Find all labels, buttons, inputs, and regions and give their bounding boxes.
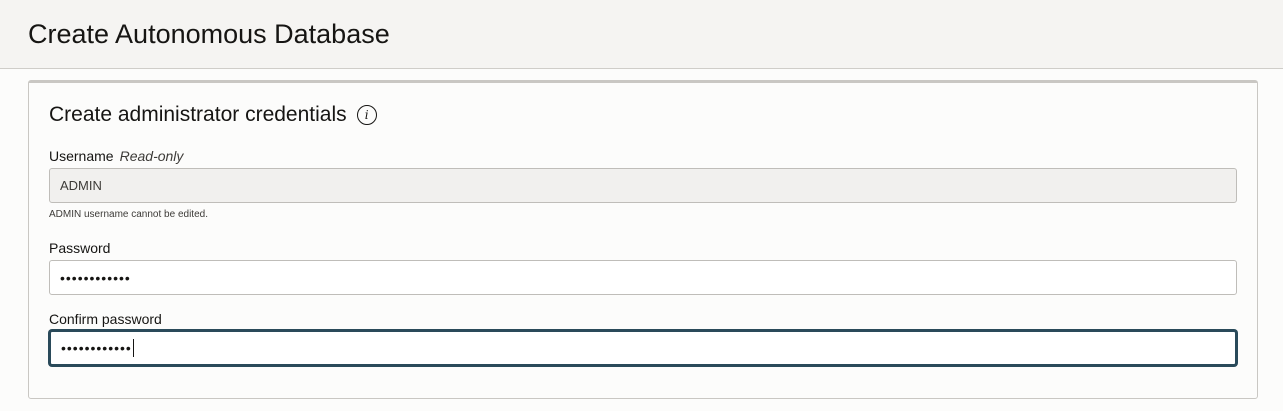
text-caret — [132, 339, 134, 357]
password-value: •••••••••••• — [60, 269, 131, 286]
confirm-password-label: Confirm password — [49, 311, 162, 327]
info-icon[interactable]: i — [356, 105, 377, 125]
username-help-text: ADMIN username cannot be edited. — [49, 209, 208, 220]
page-header: Create Autonomous Database — [0, 0, 1283, 69]
username-value: ADMIN — [60, 178, 102, 193]
username-label-text: Username — [49, 148, 114, 164]
section-title: Create administrator credentials i — [49, 102, 377, 128]
username-label: Username Read-only — [49, 147, 183, 165]
section-title-text: Create administrator credentials — [49, 103, 347, 126]
password-field[interactable]: •••••••••••• — [49, 260, 1237, 295]
page-title: Create Autonomous Database — [28, 19, 390, 49]
confirm-password-field[interactable]: •••••••••••• — [49, 330, 1237, 366]
password-label: Password — [49, 240, 111, 256]
credentials-card: Create administrator credentials i Usern… — [28, 80, 1258, 399]
username-field: ADMIN — [49, 168, 1237, 203]
confirm-password-value: •••••••••••• — [61, 340, 132, 356]
readonly-tag: Read-only — [119, 148, 184, 164]
